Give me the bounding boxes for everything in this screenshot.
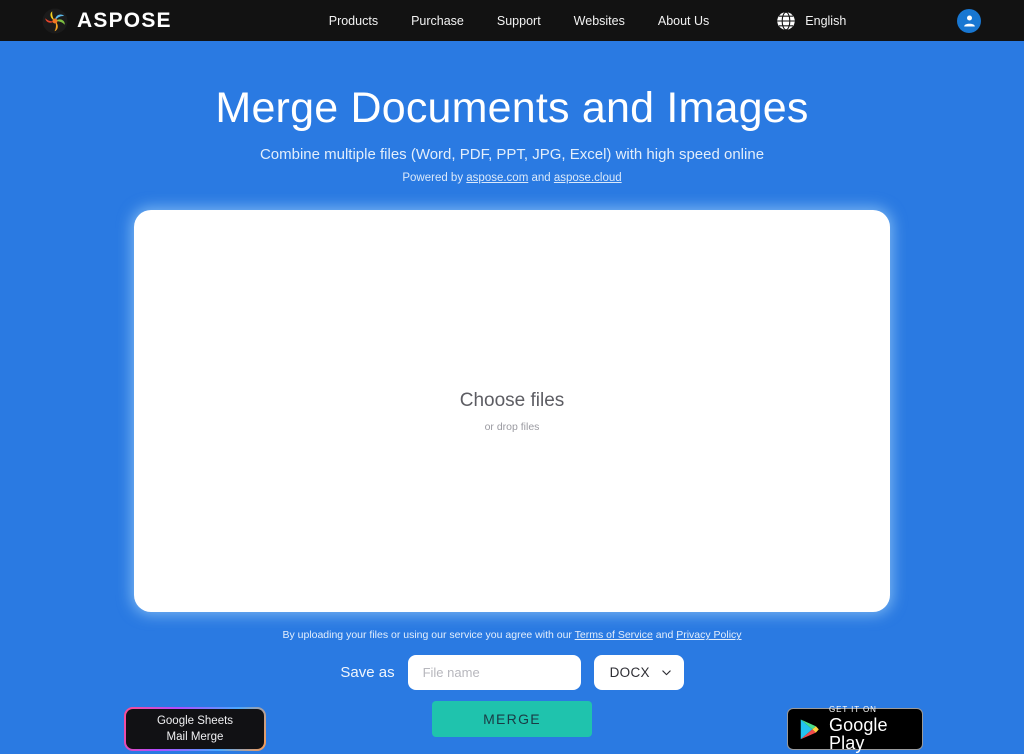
terms-middle: and [653, 629, 676, 641]
powered-by-line: Powered by aspose.com and aspose.cloud [0, 172, 1024, 184]
chevron-down-icon [661, 667, 672, 678]
terms-notice: By uploading your files or using our ser… [0, 629, 1024, 641]
google-play-text: GET IT ON Google Play [829, 706, 922, 752]
drop-files-hint: or drop files [485, 421, 540, 433]
powered-middle: and [528, 172, 554, 184]
language-label: English [805, 14, 846, 28]
ad-line-1: Google Sheets [157, 714, 233, 728]
globe-icon [776, 11, 796, 31]
nav-links: Products Purchase Support Websites About… [329, 14, 710, 28]
page-title: Merge Documents and Images [0, 84, 1024, 133]
output-format-select[interactable]: DOCX [594, 655, 684, 690]
nav-link-websites[interactable]: Websites [574, 14, 625, 28]
brand-logo-link[interactable]: ASPOSE [42, 8, 172, 34]
brand-name: ASPOSE [77, 10, 172, 31]
google-play-badge[interactable]: GET IT ON Google Play [787, 708, 923, 750]
nav-link-about-us[interactable]: About Us [658, 14, 709, 28]
ad-inner: Google Sheets Mail Merge [126, 709, 264, 749]
output-format-value: DOCX [610, 665, 650, 680]
google-sheets-mail-merge-ad[interactable]: Google Sheets Mail Merge [124, 707, 266, 751]
google-play-triangle-icon [799, 718, 820, 741]
nav-link-products[interactable]: Products [329, 14, 378, 28]
merge-button[interactable]: MERGE [432, 701, 592, 737]
link-terms-of-service[interactable]: Terms of Service [575, 629, 653, 641]
save-as-row: Save as DOCX [0, 655, 1024, 690]
top-navbar: ASPOSE Products Purchase Support Website… [0, 0, 1024, 41]
user-avatar-icon [962, 13, 977, 28]
link-aspose-com[interactable]: aspose.com [466, 172, 528, 184]
dropzone-wrapper: Choose files or drop files [0, 210, 1024, 612]
google-play-big-text: Google Play [829, 716, 922, 752]
hero-section: Merge Documents and Images Combine multi… [0, 41, 1024, 184]
link-privacy-policy[interactable]: Privacy Policy [676, 629, 741, 641]
choose-files-label[interactable]: Choose files [460, 390, 565, 412]
link-aspose-cloud[interactable]: aspose.cloud [554, 172, 622, 184]
terms-prefix: By uploading your files or using our ser… [282, 629, 574, 641]
file-dropzone[interactable]: Choose files or drop files [134, 210, 890, 612]
powered-prefix: Powered by [402, 172, 466, 184]
google-play-small-text: GET IT ON [829, 706, 922, 714]
save-as-label: Save as [340, 664, 394, 681]
hero-subtitle: Combine multiple files (Word, PDF, PPT, … [0, 146, 1024, 163]
aspose-spiral-logo-icon [42, 8, 68, 34]
nav-link-purchase[interactable]: Purchase [411, 14, 464, 28]
nav-link-support[interactable]: Support [497, 14, 541, 28]
account-avatar[interactable] [957, 9, 981, 33]
ad-line-2: Mail Merge [167, 730, 224, 744]
filename-input[interactable] [408, 655, 581, 690]
language-selector[interactable]: English [776, 11, 846, 31]
